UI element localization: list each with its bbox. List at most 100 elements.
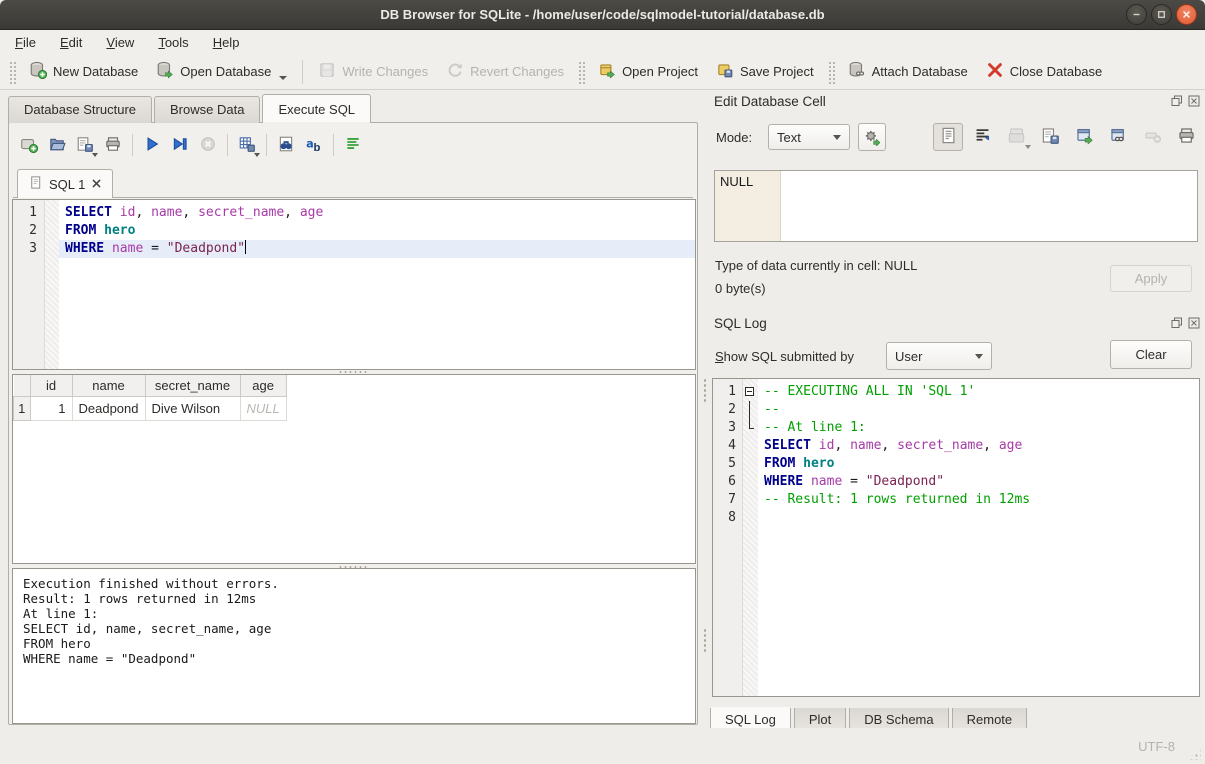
code-token: age bbox=[300, 205, 323, 220]
fold-marker bbox=[743, 473, 758, 491]
table-cell[interactable]: 1 bbox=[30, 396, 72, 420]
find-button[interactable] bbox=[272, 132, 300, 158]
sql-file-tab[interactable]: SQL 1 bbox=[17, 169, 113, 198]
save-project-button[interactable]: Save Project bbox=[707, 56, 823, 87]
table-cell[interactable]: Dive Wilson bbox=[145, 396, 240, 420]
maximize-button[interactable] bbox=[1151, 4, 1172, 25]
log-line-numbers: 12345678 bbox=[713, 379, 743, 696]
code-line: SELECT id, name, secret_name, age bbox=[758, 437, 1199, 455]
apply-button[interactable]: Apply bbox=[1110, 265, 1192, 292]
collapse-icon[interactable] bbox=[745, 387, 754, 396]
log-fold-margin[interactable] bbox=[743, 379, 758, 696]
code-line: WHERE name = "Deadpond" bbox=[758, 473, 1199, 491]
open-in-app-button[interactable] bbox=[1069, 123, 1099, 151]
toolbar-grip[interactable] bbox=[577, 60, 585, 84]
code-token: -- At line 1: bbox=[764, 420, 866, 435]
column-header-name[interactable]: name bbox=[72, 375, 145, 396]
new-database-button[interactable]: New Database bbox=[20, 56, 147, 87]
export-data-button[interactable] bbox=[1035, 123, 1065, 151]
revert-changes-button[interactable]: Revert Changes bbox=[437, 56, 573, 87]
format-icon bbox=[344, 135, 362, 156]
auto-switch-mode-button[interactable] bbox=[858, 123, 886, 151]
set-null-button[interactable] bbox=[1137, 123, 1167, 151]
save-sql-file-button[interactable] bbox=[71, 132, 99, 158]
sql-editor[interactable]: 123 SELECT id, name, secret_name, ageFRO… bbox=[12, 199, 696, 370]
mode-select[interactable]: Text bbox=[768, 124, 850, 150]
float-dock-icon[interactable] bbox=[1170, 316, 1184, 330]
toolbar-separator bbox=[227, 134, 228, 156]
open-project-button[interactable]: Open Project bbox=[589, 56, 707, 87]
open-sql-file-button[interactable] bbox=[43, 132, 71, 158]
code-token: , bbox=[135, 205, 151, 220]
execute-all-button[interactable] bbox=[138, 132, 166, 158]
sql-log-view[interactable]: 12345678 -- EXECUTING ALL IN 'SQL 1'----… bbox=[712, 378, 1200, 697]
sql-tab-label: SQL 1 bbox=[49, 177, 85, 192]
close-button[interactable] bbox=[1176, 4, 1197, 25]
encoding-indicator[interactable]: UTF-8 bbox=[1138, 739, 1175, 754]
code-token: SELECT bbox=[65, 205, 112, 220]
print-cell-button[interactable] bbox=[1171, 123, 1201, 151]
results-corner-header bbox=[14, 375, 31, 396]
close-dock-icon[interactable] bbox=[1187, 316, 1201, 330]
cell-value-editor[interactable]: NULL bbox=[714, 170, 1198, 242]
close-dock-icon[interactable] bbox=[1187, 94, 1201, 108]
attach-database-button[interactable]: Attach Database bbox=[839, 56, 977, 87]
menu-help[interactable]: Help bbox=[204, 33, 249, 52]
menu-file[interactable]: File bbox=[6, 33, 45, 52]
table-cell[interactable]: Deadpond bbox=[72, 396, 145, 420]
clear-log-button[interactable]: Clear bbox=[1110, 340, 1192, 369]
tab-database-structure[interactable]: Database Structure bbox=[8, 96, 152, 123]
menu-edit[interactable]: Edit bbox=[51, 33, 91, 52]
cell-value-gutter: NULL bbox=[715, 171, 781, 241]
code-line: FROM hero bbox=[758, 455, 1199, 473]
tab-execute-sql[interactable]: Execute SQL bbox=[262, 94, 371, 123]
stop-button[interactable] bbox=[194, 132, 222, 158]
format-sql-button[interactable] bbox=[339, 132, 367, 158]
menu-view[interactable]: View bbox=[97, 33, 143, 52]
chevron-down-icon bbox=[975, 354, 983, 359]
code-line: SELECT id, name, secret_name, age bbox=[59, 204, 695, 222]
project-save-icon bbox=[716, 61, 734, 82]
find-replace-button[interactable]: ab bbox=[300, 132, 328, 158]
code-token: secret_name bbox=[198, 205, 284, 220]
open-database-button[interactable]: Open Database bbox=[147, 56, 296, 87]
menu-tools[interactable]: Tools bbox=[149, 33, 197, 52]
save-results-button[interactable] bbox=[233, 132, 261, 158]
minimize-button[interactable] bbox=[1126, 4, 1147, 25]
fold-marker[interactable] bbox=[743, 383, 758, 401]
toolbar-grip[interactable] bbox=[8, 60, 16, 84]
column-header-age[interactable]: age bbox=[240, 375, 286, 396]
code-line: WHERE name = "Deadpond" bbox=[59, 240, 695, 258]
row-header[interactable]: 1 bbox=[14, 396, 31, 420]
code-token: WHERE bbox=[764, 474, 803, 489]
column-header-id[interactable]: id bbox=[30, 375, 72, 396]
play-icon bbox=[143, 135, 161, 156]
cell-value-content[interactable] bbox=[781, 171, 1197, 241]
fold-marker bbox=[743, 455, 758, 473]
tab-new-icon bbox=[20, 135, 38, 156]
word-wrap-button[interactable] bbox=[967, 123, 997, 151]
editor-code-area[interactable]: SELECT id, name, secret_name, ageFROM he… bbox=[59, 200, 695, 369]
resize-grip[interactable] bbox=[1189, 748, 1201, 760]
import-data-button[interactable] bbox=[1001, 123, 1031, 151]
toolbar-grip[interactable] bbox=[827, 60, 835, 84]
execute-line-button[interactable] bbox=[166, 132, 194, 158]
copy-link-button[interactable] bbox=[1103, 123, 1133, 151]
close-tab-icon[interactable] bbox=[91, 177, 102, 192]
fold-marker bbox=[743, 437, 758, 455]
fold-marker bbox=[743, 419, 758, 437]
text-mode-button[interactable] bbox=[933, 123, 963, 151]
float-dock-icon[interactable] bbox=[1170, 94, 1184, 108]
toolbar-button-label: Revert Changes bbox=[470, 64, 564, 79]
new-tab-button[interactable] bbox=[15, 132, 43, 158]
table-cell[interactable]: NULL bbox=[240, 396, 286, 420]
close-database-button[interactable]: Close Database bbox=[977, 56, 1112, 87]
code-token: age bbox=[999, 438, 1022, 453]
write-changes-button[interactable]: Write Changes bbox=[309, 56, 437, 87]
tab-browse-data[interactable]: Browse Data bbox=[154, 96, 260, 123]
print-button[interactable] bbox=[99, 132, 127, 158]
column-header-secret_name[interactable]: secret_name bbox=[145, 375, 240, 396]
open-file-icon bbox=[48, 135, 66, 156]
log-filter-select[interactable]: User bbox=[886, 342, 992, 370]
window-controls bbox=[1126, 4, 1197, 25]
